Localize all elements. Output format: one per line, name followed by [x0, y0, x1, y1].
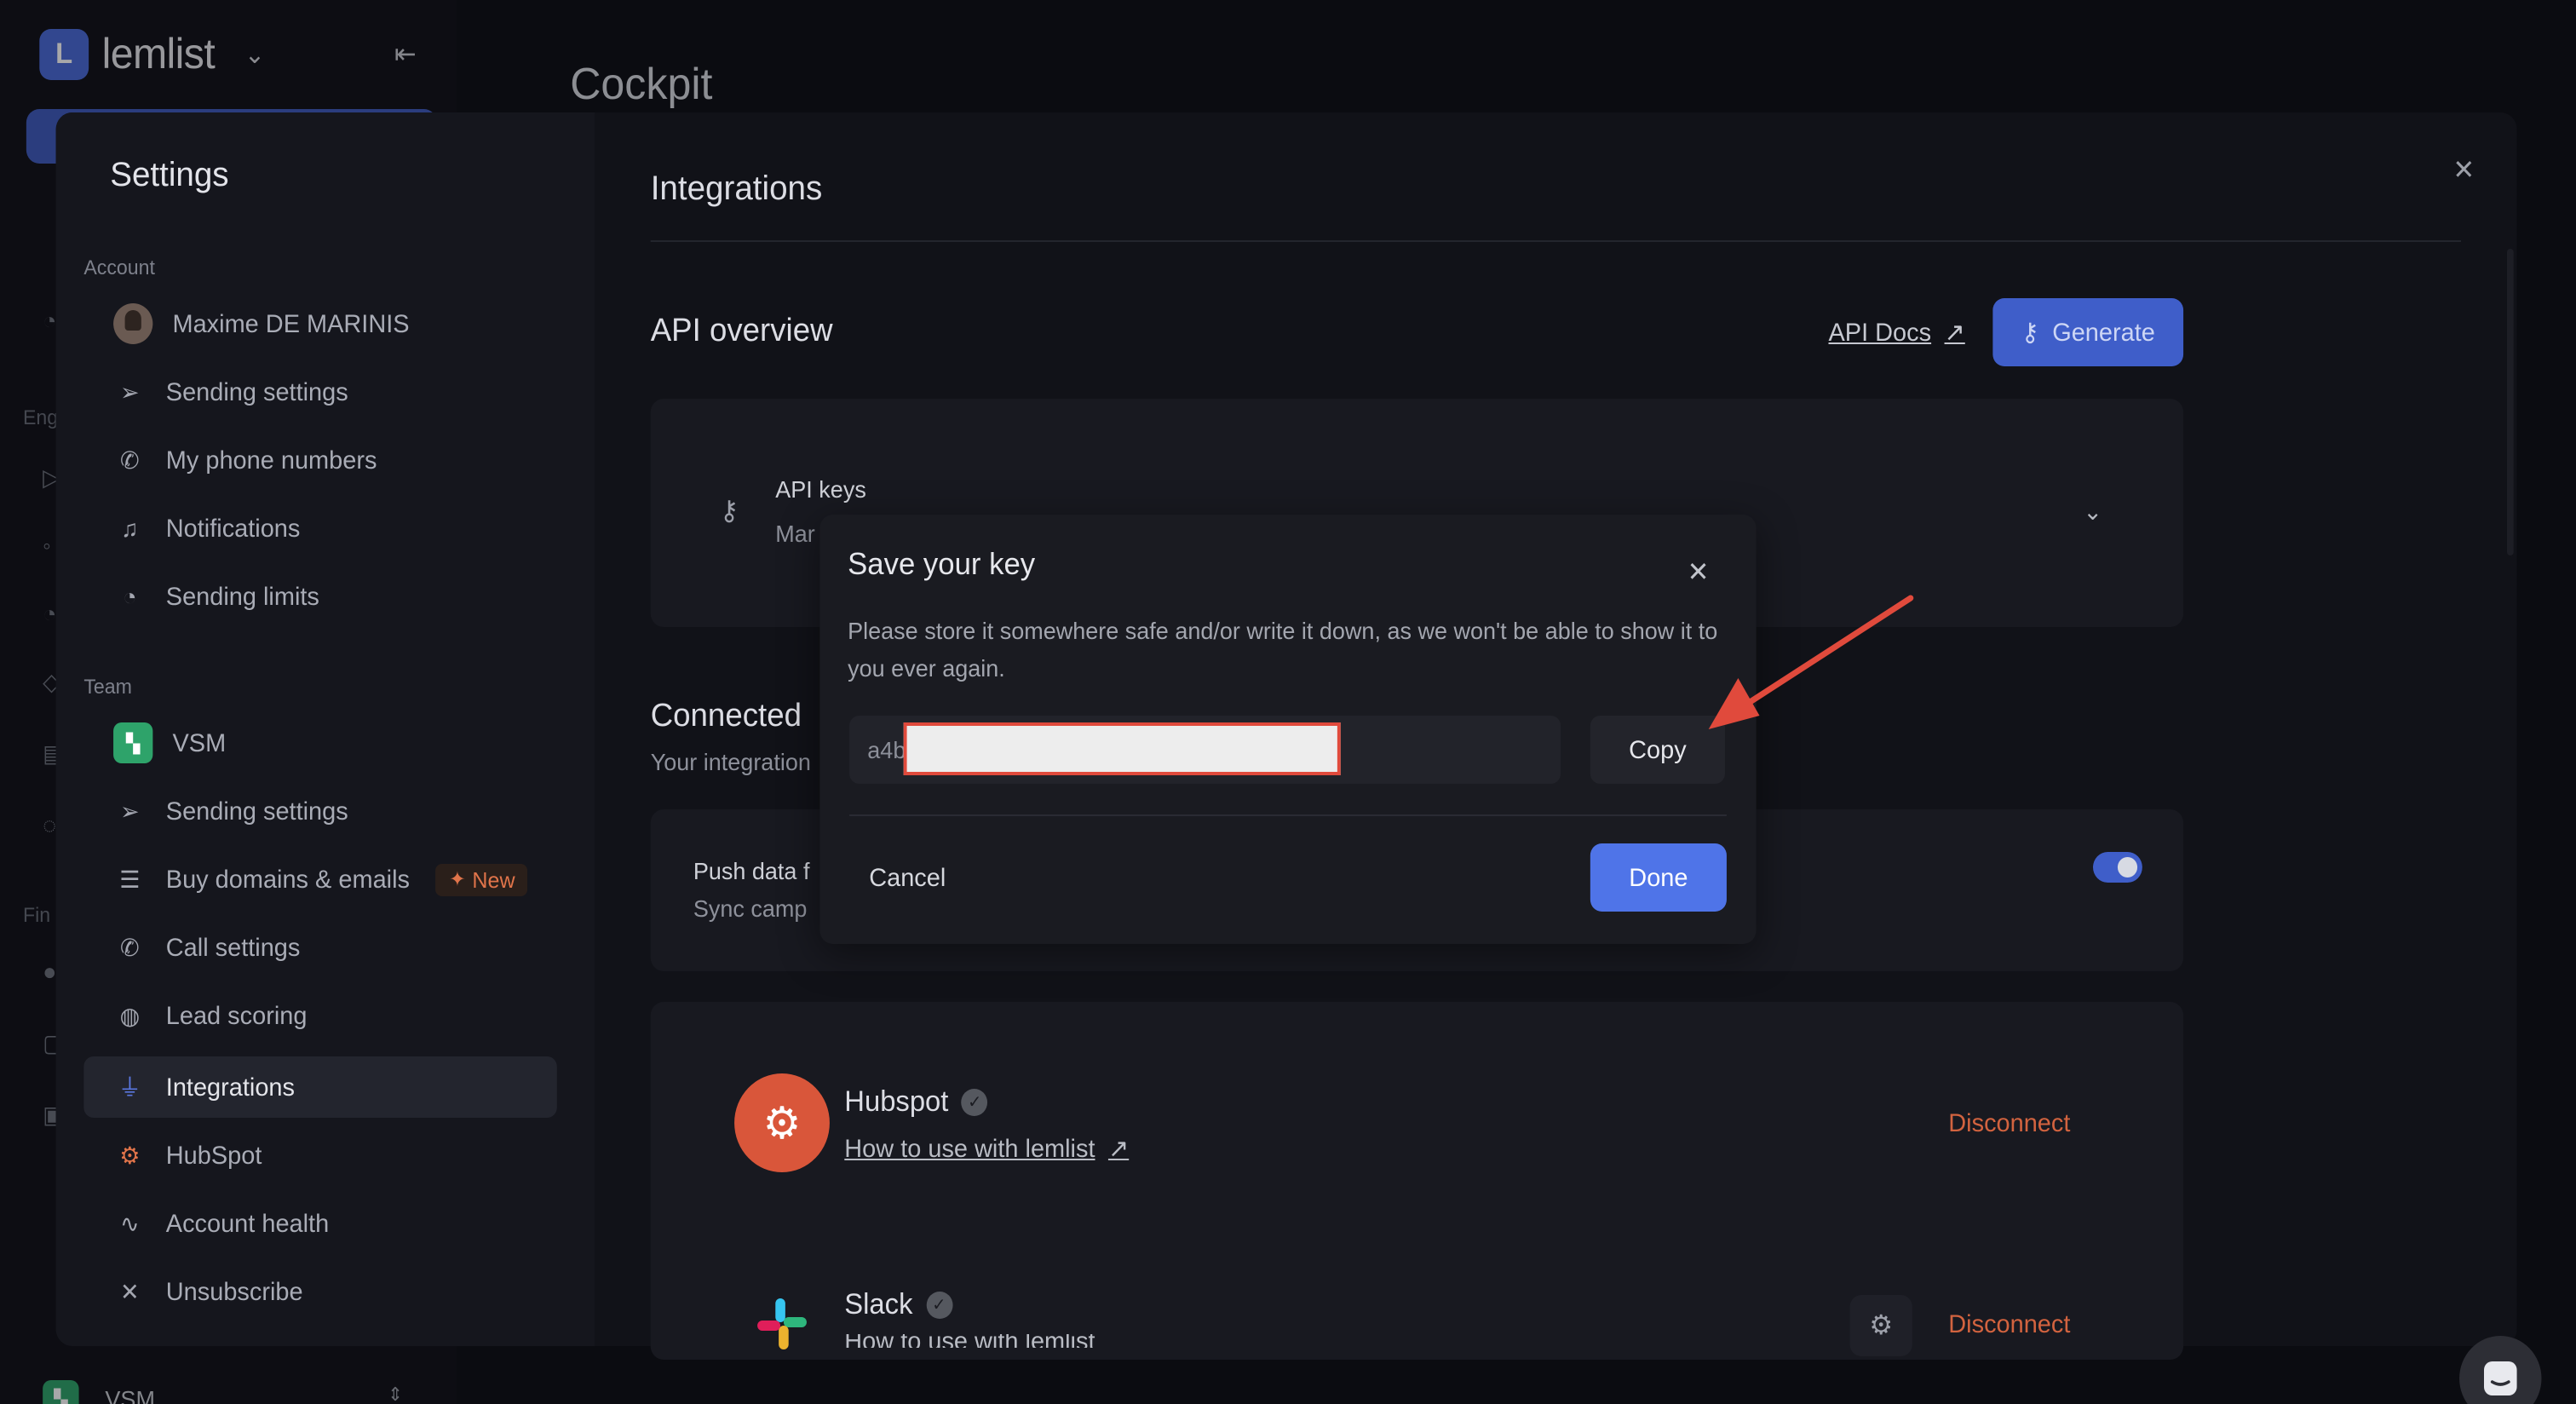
connected-title: Connected [650, 699, 802, 734]
verified-icon: ✓ [961, 1089, 988, 1116]
push-data-toggle[interactable] [2092, 852, 2142, 883]
cancel-button[interactable]: Cancel [849, 843, 968, 912]
settings-item-label: Integrations [165, 1073, 295, 1102]
verified-icon: ✓ [925, 1292, 952, 1319]
key-icon: ⚷ [719, 498, 739, 526]
phone-icon: ✆ [120, 933, 140, 960]
slack-settings-button[interactable]: ⚙ [1849, 1295, 1912, 1356]
hubspot-logo-icon: ⚙ [734, 1073, 830, 1172]
chat-icon [2483, 1361, 2517, 1395]
hubspot-disconnect-button[interactable]: Disconnect [1948, 1109, 2070, 1138]
close-icon[interactable]: ✕ [1688, 555, 1710, 590]
generate-button[interactable]: ⚷ Generate [1992, 298, 2184, 366]
done-button[interactable]: Done [1590, 843, 1727, 912]
pulse-icon: ∿ [120, 1209, 140, 1236]
hubspot-help-label: How to use with lemlist [844, 1134, 1095, 1163]
push-data-subtitle: Sync camp [693, 895, 808, 922]
hubspot-icon: ⚙ [119, 1141, 141, 1168]
settings-item-profile[interactable]: Maxime DE MARINIS [83, 293, 556, 354]
external-link-icon: ↗ [1944, 319, 1965, 348]
push-data-label: Push data f [693, 857, 810, 884]
divider [650, 240, 2461, 242]
divider [849, 814, 1727, 816]
settings-item-label: Unsubscribe [165, 1277, 303, 1306]
slack-name-label: Slack [844, 1288, 913, 1321]
settings-item-label: Account health [165, 1209, 330, 1238]
slack-help-link[interactable]: How to use with lemlist [844, 1334, 1095, 1348]
settings-item-lead-scoring[interactable]: ◍ Lead scoring [83, 985, 556, 1046]
settings-item-label: Call settings [165, 933, 301, 962]
api-overview-title: API overview [650, 314, 833, 349]
generate-label: Generate [2052, 318, 2155, 347]
plug-icon: ⏚ [118, 1073, 141, 1101]
server-icon: ☰ [119, 865, 141, 892]
key-icon: ⚷ [2021, 319, 2039, 348]
gear-icon: ⚙ [1869, 1312, 1894, 1341]
new-badge: ✦ New [435, 863, 529, 895]
external-link-icon: ↗ [1107, 1135, 1130, 1164]
settings-item-account-health[interactable]: ∿ Account health [83, 1193, 556, 1254]
sparkle-icon: ✦ [449, 867, 466, 891]
settings-item-label: Buy domains & emails [165, 865, 410, 894]
send-icon: ➢ [120, 797, 140, 824]
slack-disconnect-button[interactable]: Disconnect [1948, 1310, 2070, 1339]
close-icon[interactable]: ✕ [2452, 153, 2475, 187]
settings-item-label: VSM [172, 728, 227, 757]
flame-icon: ◍ [119, 1001, 141, 1028]
bell-icon: ♫ [121, 515, 139, 542]
vsm-logo-icon: ▚ [113, 722, 153, 763]
slack-name: Slack ✓ [844, 1288, 952, 1322]
settings-item-label: Maxime DE MARINIS [172, 309, 410, 338]
settings-item-label: Sending settings [165, 377, 348, 406]
phone-icon: ✆ [120, 446, 140, 473]
settings-nav: Settings Account Maxime DE MARINIS ➢ Sen… [55, 112, 595, 1346]
settings-item-label: Lead scoring [165, 1001, 308, 1030]
settings-item-phone-numbers[interactable]: ✆ My phone numbers [83, 429, 556, 491]
settings-item-sending-limits[interactable]: ◔ Sending limits [83, 566, 556, 627]
hubspot-name: Hubspot ✓ [844, 1085, 988, 1119]
settings-item-label: Notifications [165, 514, 301, 543]
settings-item-label: Sending limits [165, 582, 319, 611]
settings-title: Settings [110, 157, 229, 194]
api-docs-link[interactable]: API Docs ↗ [1828, 317, 1964, 348]
hubspot-help-link[interactable]: How to use with lemlist ↗ [844, 1133, 1129, 1164]
slack-logo-icon [734, 1275, 830, 1373]
hubspot-name-label: Hubspot [844, 1085, 949, 1118]
settings-item-sending-settings[interactable]: ➢ Sending settings [83, 361, 556, 423]
send-icon: ➢ [120, 377, 140, 405]
settings-item-label: My phone numbers [165, 446, 377, 475]
settings-item-label: HubSpot [165, 1141, 262, 1170]
avatar [113, 303, 153, 344]
slack-help-label: How to use with lemlist [844, 1334, 1095, 1348]
settings-item-label: Sending settings [165, 797, 348, 826]
new-badge-label: New [472, 866, 515, 892]
scrollbar[interactable] [2506, 249, 2514, 555]
settings-item-buy-domains[interactable]: ☰ Buy domains & emails ✦ New [83, 849, 556, 910]
modal-title: Save your key [848, 547, 1036, 581]
redaction-box [903, 722, 1341, 775]
settings-item-team-sending-settings[interactable]: ➢ Sending settings [83, 780, 556, 842]
api-keys-subtitle: Mar [775, 520, 815, 547]
api-key-value: a4b [867, 736, 906, 763]
api-docs-label: API Docs [1828, 318, 1932, 347]
copy-button[interactable]: Copy [1590, 716, 1725, 784]
integrations-title: Integrations [650, 170, 823, 208]
settings-item-call-settings[interactable]: ✆ Call settings [83, 917, 556, 978]
chevron-down-icon[interactable]: ⌄ [2083, 498, 2102, 526]
settings-item-notifications[interactable]: ♫ Notifications [83, 498, 556, 559]
settings-item-vsm[interactable]: ▚ VSM [83, 712, 556, 774]
section-label-account: Account [83, 256, 155, 279]
settings-item-hubspot[interactable]: ⚙ HubSpot [83, 1125, 556, 1186]
api-keys-label: API keys [775, 475, 866, 503]
section-label-team: Team [83, 675, 132, 699]
user-x-icon: ✕ [120, 1277, 140, 1304]
settings-item-integrations[interactable]: ⏚ Integrations [83, 1056, 557, 1118]
save-key-modal: Save your key ✕ Please store it somewher… [819, 515, 1757, 944]
modal-description: Please store it somewhere safe and/or wr… [848, 617, 1718, 682]
gauge-icon: ◔ [123, 583, 137, 610]
connected-subtitle: Your integration [650, 748, 811, 775]
settings-item-unsubscribe[interactable]: ✕ Unsubscribe [83, 1261, 556, 1322]
screen: L lemlist ⌄ ⇤ Eng Fin ◔ ▷ ◦ ◔ ◇ ▤ ◌ ● ▢ … [0, 0, 2576, 1404]
